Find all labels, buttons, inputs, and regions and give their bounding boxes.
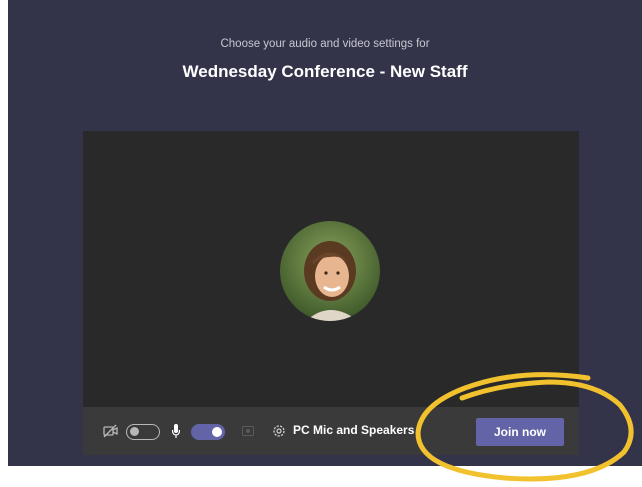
toggle-knob: [130, 427, 139, 436]
microphone-toggle[interactable]: [191, 424, 225, 440]
video-preview: PC Mic and Speakers Join now: [83, 131, 579, 455]
user-avatar: [280, 221, 380, 321]
prejoin-screen: Choose your audio and video settings for…: [8, 0, 642, 466]
microphone-icon: [171, 407, 181, 455]
background-blur-icon[interactable]: [242, 407, 254, 455]
join-now-button[interactable]: Join now: [476, 418, 564, 446]
gear-icon[interactable]: [272, 407, 286, 455]
meeting-title: Wednesday Conference - New Staff: [182, 62, 468, 81]
device-controls-bar: PC Mic and Speakers Join now: [83, 407, 579, 455]
toggle-knob: [212, 427, 222, 437]
audio-device-button[interactable]: PC Mic and Speakers: [293, 423, 414, 437]
camera-toggle[interactable]: [126, 424, 160, 440]
camera-off-icon: [103, 407, 119, 455]
prejoin-subtitle: Choose your audio and video settings for: [220, 38, 430, 50]
